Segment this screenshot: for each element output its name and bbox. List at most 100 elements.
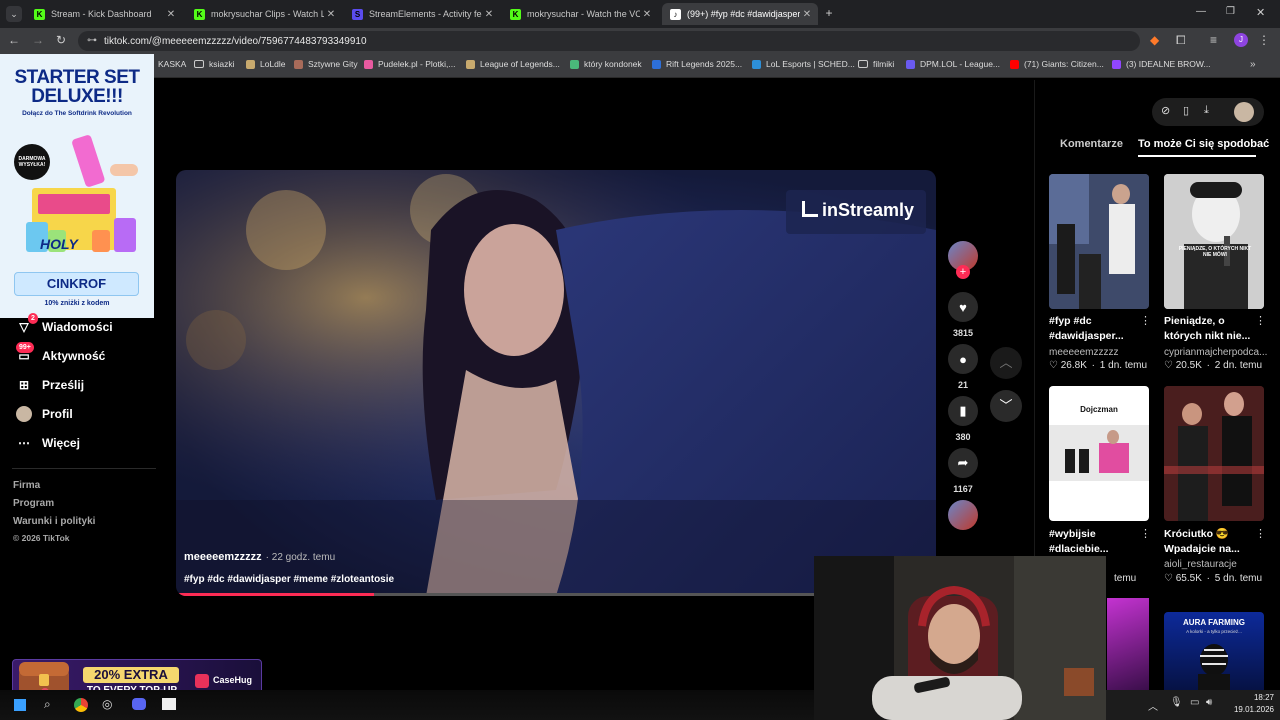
card-4-thumbnail[interactable] xyxy=(1164,386,1264,521)
address-bar[interactable]: ⊶ tiktok.com/@meeeeemzzzzz/video/7596774… xyxy=(78,31,1140,51)
tab-close-icon[interactable]: ✕ xyxy=(640,9,654,20)
video-author[interactable]: meeeeemzzzzz xyxy=(184,551,262,563)
search-icon[interactable]: ⌕ xyxy=(44,697,51,712)
tab-close-icon[interactable]: ✕ xyxy=(324,9,338,20)
nav-item-5[interactable]: ⋯ Więcej xyxy=(16,435,80,451)
bookmark-item[interactable]: LoLdle xyxy=(246,59,286,69)
minimize-button[interactable]: — xyxy=(1196,6,1206,17)
creator-avatar[interactable]: + xyxy=(948,241,978,279)
tab-1[interactable]: K Stream - Kick Dashboard ✕ xyxy=(26,3,182,25)
video-caption[interactable]: #fyp #dc #dawidjasper #meme #zloteantosi… xyxy=(184,574,394,585)
card-4-title-line2[interactable]: Wpadajcie na... xyxy=(1164,542,1240,557)
close-window-button[interactable]: ✕ xyxy=(1256,6,1265,19)
card-4-more-icon[interactable]: ⋮ xyxy=(1255,527,1266,540)
card-3-thumbnail[interactable]: Dojczman xyxy=(1049,386,1149,521)
start-icon[interactable] xyxy=(14,699,26,711)
footer-link[interactable]: Warunki i polityki xyxy=(13,516,95,527)
card-1-more-icon[interactable]: ⋮ xyxy=(1140,314,1151,327)
previous-video-button[interactable]: ︿ xyxy=(990,347,1022,379)
maximize-button[interactable]: ❐ xyxy=(1226,6,1235,17)
next-video-button[interactable]: ﹀ xyxy=(990,390,1022,422)
card-1-title-line1[interactable]: #fyp #dc xyxy=(1049,314,1092,329)
card-2-more-icon[interactable]: ⋮ xyxy=(1255,314,1266,327)
like-action[interactable]: ♥ 3815 xyxy=(948,292,978,338)
more-bookmarks-icon[interactable]: » xyxy=(1250,59,1256,70)
tab-recommended[interactable]: To może Ci się spodobać xyxy=(1138,138,1269,150)
tray-date[interactable]: 19.01.2026 xyxy=(1224,705,1274,714)
tab-2[interactable]: Kmokrysuchar Clips - Watch Live✕ xyxy=(186,3,342,25)
bookmark-item[interactable]: DPM.LOL - League... xyxy=(906,59,1000,69)
card-3-more-icon[interactable]: ⋮ xyxy=(1140,527,1151,540)
bookmark-item[interactable]: LoL Esports | SCHED... xyxy=(752,59,855,69)
card-1-thumbnail[interactable] xyxy=(1049,174,1149,309)
tab-4[interactable]: Kmokrysuchar - Watch the VOD ✕ xyxy=(502,3,658,25)
bookmark-item[interactable]: Pudelek.pl - Plotki,... xyxy=(364,59,455,69)
extensions-puzzle-icon[interactable]: ⧠ xyxy=(1176,33,1186,48)
share-action[interactable]: ➦ 1167 xyxy=(948,448,978,494)
ad-banner-holy[interactable]: STARTER SET DELUXE!!! Dołącz do The Soft… xyxy=(0,54,154,318)
bookmark-item[interactable]: który kondonek xyxy=(570,59,642,69)
compass-icon[interactable]: ⊘ xyxy=(1161,104,1170,117)
media-control-icon[interactable]: ≡ xyxy=(1210,33,1217,47)
bookmark-item[interactable]: ksiazki xyxy=(194,59,235,69)
tab-3[interactable]: S StreamElements - Activity feed ✕ xyxy=(344,3,500,25)
card-4-user[interactable]: aioli_restauracje xyxy=(1164,559,1237,570)
save-action[interactable]: ▮ 380 xyxy=(948,396,978,442)
footer-link[interactable]: Program xyxy=(13,498,54,509)
menu-dots-icon[interactable]: ⋮ xyxy=(1258,33,1270,47)
profile-avatar-icon[interactable]: J xyxy=(1234,33,1248,47)
user-avatar[interactable] xyxy=(1234,102,1254,122)
tab-close-icon[interactable]: ✕ xyxy=(164,9,178,20)
bookmark-item[interactable]: (71) Giants: Citizen... xyxy=(1010,59,1104,69)
heart-icon[interactable]: ♥ xyxy=(948,292,978,322)
site-info-icon[interactable]: ⊶ xyxy=(87,35,97,46)
tray-time[interactable]: 18:27 xyxy=(1234,693,1274,702)
bookmark-item[interactable]: League of Legends... xyxy=(466,59,560,69)
nav-item-4[interactable]: Profil xyxy=(16,406,73,422)
bookmark-item[interactable]: Rift Legends 2025... xyxy=(652,59,742,69)
bookmark-item[interactable]: filmiki xyxy=(858,59,894,69)
comment-icon[interactable]: ● xyxy=(948,344,978,374)
back-icon[interactable]: ← xyxy=(8,33,20,47)
card-1-title-line2[interactable]: #dawidjasper... xyxy=(1049,329,1124,344)
music-disc[interactable] xyxy=(948,500,978,530)
new-tab-button[interactable]: + xyxy=(822,6,836,20)
follow-plus-icon[interactable]: + xyxy=(956,265,970,279)
nav-item-2[interactable]: ▭ 99+ Aktywność xyxy=(16,342,105,364)
card-5-thumbnail[interactable] xyxy=(1107,598,1149,690)
card-3-title-line1[interactable]: #wybijsie xyxy=(1049,527,1096,542)
footer-link[interactable]: Firma xyxy=(13,480,40,491)
microphone-icon[interactable]: 🎙︎ xyxy=(1170,697,1183,708)
reload-icon[interactable]: ↻ xyxy=(56,33,66,47)
forward-icon[interactable]: → xyxy=(32,33,44,47)
card-2-user[interactable]: cyprianmajcherpodca... xyxy=(1164,347,1267,358)
volume-icon[interactable]: 🔊︎ xyxy=(1206,697,1212,708)
download-icon[interactable]: ⤓ xyxy=(1204,104,1209,117)
chrome-taskbar-icon[interactable] xyxy=(74,698,88,712)
bookmark-item[interactable]: (3) IDEALNE BROW... xyxy=(1112,59,1211,69)
card-6-thumbnail[interactable]: AURA FARMING A kolorki - a tylko przecie… xyxy=(1164,612,1264,690)
tab-comments[interactable]: Komentarze xyxy=(1060,138,1123,150)
tray-chevron-icon[interactable]: ︿ xyxy=(1148,698,1158,713)
card-3-title-line2[interactable]: #dlaciebie... xyxy=(1049,542,1109,557)
comment-action[interactable]: ● 21 xyxy=(948,344,978,390)
card-1-user[interactable]: meeeeemzzzzz xyxy=(1049,347,1118,358)
obs-taskbar-icon[interactable]: ◎ xyxy=(102,697,112,711)
card-2-title-line1[interactable]: Pieniądze, o xyxy=(1164,314,1225,329)
discord-taskbar-icon[interactable] xyxy=(132,698,146,710)
tab-close-icon[interactable]: ✕ xyxy=(482,9,496,20)
video-player[interactable]: inStreamly meeeeemzzzzz · 22 godz. temu … xyxy=(176,170,936,596)
nav-item-3[interactable]: ⊞ Prześlij xyxy=(16,377,84,393)
tab-close-icon[interactable]: ✕ xyxy=(800,9,814,20)
nav-item-1[interactable]: ▽ 2 Wiadomości xyxy=(16,313,113,335)
card-2-thumbnail[interactable]: PIENIĄDZE, O KTÓRYCH NIKT NIE MÓWI xyxy=(1164,174,1264,309)
bookmark-item[interactable]: KASKA xyxy=(158,59,186,69)
card-2-title-line2[interactable]: których nikt nie... xyxy=(1164,329,1250,344)
share-icon[interactable]: ➦ xyxy=(948,448,978,478)
card-4-title-line1[interactable]: Króciutko 😎 xyxy=(1164,527,1229,542)
bookmark-item[interactable]: Sztywne Gity xyxy=(294,59,358,69)
bookmark-icon[interactable]: ▮ xyxy=(948,396,978,426)
files-taskbar-icon[interactable] xyxy=(162,698,176,710)
tab-search-icon[interactable]: ⌄ xyxy=(6,6,22,22)
ad-code-button[interactable]: CINKROF xyxy=(14,272,139,296)
